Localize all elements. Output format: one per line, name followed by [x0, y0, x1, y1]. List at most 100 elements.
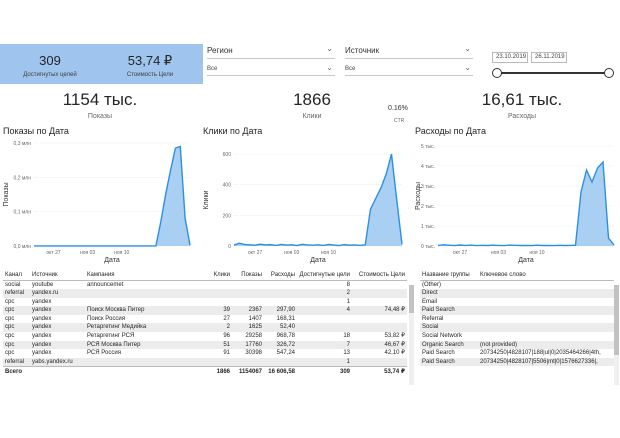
table-row[interactable]: cpc yandex РСЯ Москва Питер 51 17760 326,72 7 4… — [3, 340, 407, 350]
table-row[interactable]: cpc yandex Поиск Москва Питер 39 2367 297,90 4… — [3, 306, 407, 315]
table-cell — [85, 298, 202, 307]
impressions-card-value: 1154 тыс. — [62, 90, 138, 109]
table-cell — [232, 289, 264, 298]
keyword-table[interactable]: Название группы Ключевое слово (Other) Dir… — [420, 266, 614, 394]
table-row[interactable]: Social Network — [420, 332, 614, 341]
table-row[interactable]: cpc yandex 1 — [3, 298, 407, 307]
table-cell: 1 — [346, 298, 350, 305]
table-cell: 91 — [223, 350, 230, 357]
main-header-cell[interactable]: Клики — [202, 266, 232, 281]
table-row[interactable]: Social — [420, 323, 614, 333]
table-cell: 96 — [223, 333, 230, 340]
table-total-cell: 1866 — [202, 366, 232, 377]
x-axis-title: Дата — [104, 257, 120, 264]
x-tick-label: окт 27 — [453, 250, 467, 256]
table-cell: Ретаргетинг Медийка — [85, 323, 202, 333]
table-cell: 547,24 — [276, 350, 295, 357]
date-range-slicer[interactable]: 23.10.2019 26.11.2019 — [490, 52, 615, 82]
table-row[interactable]: social youtube announcemet 8 — [3, 280, 407, 289]
main-header-cell[interactable]: Стоимость Цели — [352, 266, 407, 281]
table-row[interactable]: cpc yandex Ретаргетинг Медийка 2 1625 52,40 — [3, 323, 407, 333]
table-row[interactable]: cpc yandex Поиск Россия 27 1407 168,31 — [3, 315, 407, 324]
main-header-cell[interactable]: Кампания — [85, 266, 202, 281]
scrollbar-thumb[interactable] — [614, 285, 619, 355]
clicks-card-label: Клики — [302, 113, 322, 120]
table-cell: Paid Search — [422, 350, 455, 357]
table-cell: yandex — [32, 315, 52, 322]
chevron-down-icon[interactable]: ⌄ — [326, 44, 333, 53]
date-range-track[interactable] — [498, 72, 610, 74]
main-header-cell[interactable]: Достигнутые цели — [297, 266, 352, 281]
table-cell — [478, 289, 614, 298]
table-cell — [202, 289, 232, 298]
table-row[interactable]: referral yandex.ru 2 — [3, 289, 407, 298]
y-tick-label: 1 тыс. — [421, 224, 435, 230]
source-slicer-value[interactable]: Все — [345, 66, 355, 72]
table-cell — [85, 357, 202, 367]
table-cell — [202, 357, 232, 367]
table-row[interactable]: Organic Search (not provided) — [420, 340, 614, 350]
table-cell — [478, 306, 614, 315]
table-row[interactable]: referral yabs.yandex.ru 1 — [3, 357, 407, 367]
table-cell — [297, 315, 352, 324]
table-row[interactable]: Paid Search — [420, 306, 614, 315]
main-header-cell[interactable]: Показы — [232, 266, 264, 281]
table-cell: yandex.ru — [30, 289, 85, 298]
y-tick-label: 600 — [223, 152, 232, 158]
table-cell: youtube — [32, 281, 54, 288]
series-area — [34, 146, 190, 246]
chevron-down-icon[interactable]: ⌄ — [464, 44, 471, 53]
table-total-row: Всего 1866 1154067 16 606,58 309 53,74 ₽ — [3, 366, 407, 377]
kpi-goals-box: 309 Достигнутых целей 53,74 ₽ Стоимость … — [0, 44, 203, 84]
date-range-start-handle[interactable] — [492, 68, 502, 78]
table-cell: 1 — [297, 357, 352, 367]
table-total-cell: 309 — [297, 366, 352, 377]
table-cell — [232, 280, 264, 289]
date-start-input[interactable]: 23.10.2019 — [492, 52, 528, 63]
keyword-header-cell[interactable]: Ключевое слово — [478, 266, 614, 281]
table-row[interactable]: Paid Search 20734250|4828107|5506|mt|0|15… — [420, 357, 614, 367]
main-header-cell[interactable]: Канал — [3, 266, 30, 281]
keyword-header-cell[interactable]: Название группы — [420, 266, 478, 281]
table-cell — [85, 289, 202, 298]
table-cell: yandex — [32, 298, 52, 305]
y-tick-label: 4 тыс. — [421, 164, 435, 170]
table-cell: Social Network — [422, 333, 463, 340]
series-area — [234, 154, 402, 246]
table-total-cell — [85, 366, 202, 377]
table-cell — [264, 298, 297, 307]
chevron-down-icon[interactable]: ⌄ — [464, 63, 471, 72]
campaign-table-scrollbar[interactable] — [409, 285, 414, 385]
table-cell: 39 — [202, 306, 232, 315]
table-row[interactable]: cpc yandex РСЯ Россия 91 30398 547,24 13 42,10 … — [3, 349, 407, 358]
campaign-table[interactable]: Канал Источник Кампания Клики Показы Расходы Д… — [3, 266, 407, 394]
source-underline — [345, 75, 473, 76]
table-cell: referral — [3, 357, 30, 367]
source-slicer[interactable]: Источник ⌄ Все ⌄ — [345, 44, 473, 76]
table-row[interactable]: Email — [420, 298, 614, 307]
region-slicer-value[interactable]: Все — [207, 66, 217, 72]
table-cell: Поиск Москва Питер — [85, 306, 202, 315]
x-axis-title: Дата — [310, 257, 326, 264]
table-row[interactable]: Referral — [420, 315, 614, 324]
source-slicer-title: Источник — [345, 46, 380, 55]
main-header-cell[interactable]: Расходы — [264, 266, 297, 281]
main-header-cell[interactable]: Источник — [30, 266, 85, 281]
date-end-input[interactable]: 26.11.2019 — [531, 52, 567, 63]
table-row[interactable]: (Other) — [420, 280, 614, 289]
table-cell — [352, 323, 407, 333]
table-cell: 53,82 ₽ — [384, 333, 406, 340]
chevron-down-icon[interactable]: ⌄ — [326, 63, 333, 72]
region-slicer[interactable]: Регион ⌄ Все ⌄ — [207, 44, 335, 76]
table-cell: 29258 — [245, 333, 262, 340]
scrollbar-thumb[interactable] — [409, 285, 414, 313]
table-cell: cpc — [3, 306, 30, 315]
table-cell: cpc — [3, 323, 30, 333]
table-row[interactable]: cpc yandex Ретаргетинг РСЯ 96 29258 968,78 18 5… — [3, 332, 407, 341]
x-tick-label: ноя 03 — [284, 250, 299, 256]
y-tick-label: 400 — [223, 183, 232, 189]
table-row[interactable]: Paid Search 20734250|4828107|188|ul|0|203… — [420, 349, 614, 358]
keyword-table-scrollbar[interactable] — [614, 285, 619, 385]
table-row[interactable]: Direct — [420, 289, 614, 298]
date-range-end-handle[interactable] — [604, 68, 614, 78]
